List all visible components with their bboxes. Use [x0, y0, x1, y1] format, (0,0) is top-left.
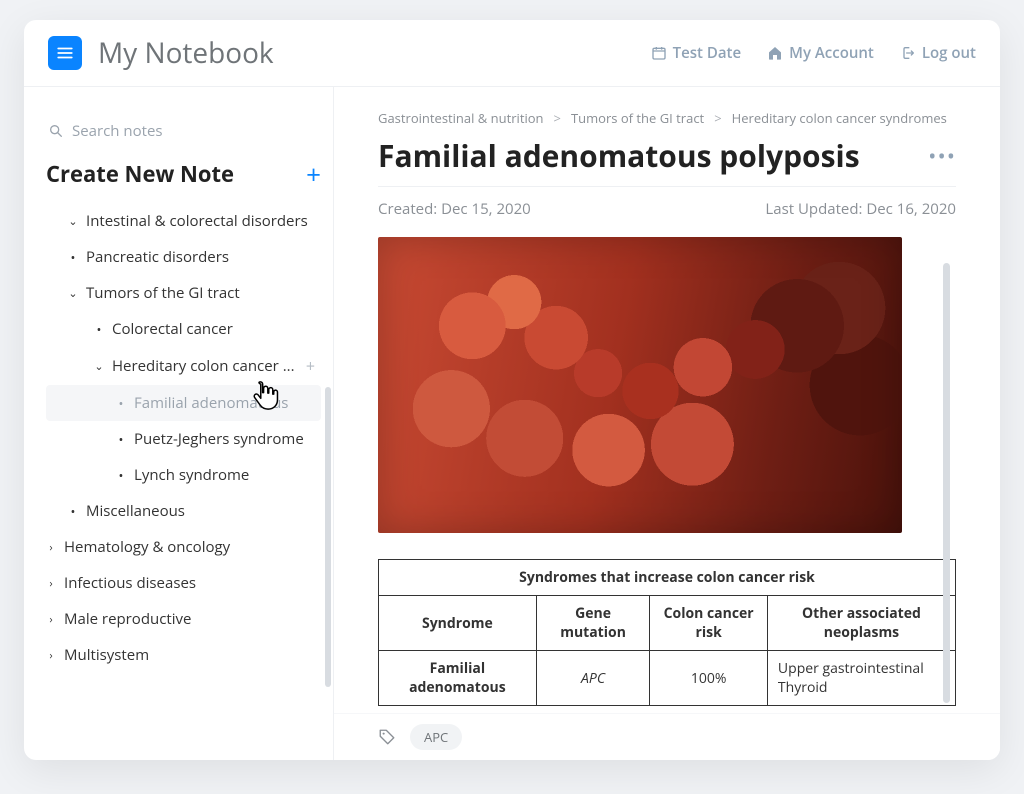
calendar-icon	[651, 45, 667, 61]
content-scrollbar[interactable]	[943, 263, 950, 703]
logout-link[interactable]: Log out	[900, 43, 976, 63]
tree-label: Miscellaneous	[86, 501, 185, 521]
app-body: Search notes Create New Note + ⌄ Intestin…	[24, 87, 1000, 760]
test-date-label: Test Date	[673, 43, 742, 63]
tree-item-intestinal[interactable]: ⌄ Intestinal & colorectal disorders	[46, 203, 321, 239]
tree-item-hematology[interactable]: › Hematology & oncology	[46, 529, 321, 565]
tree-item-puetz[interactable]: Puetz-Jeghers syndrome	[46, 421, 321, 457]
table-row: Familial adenomatous APC 100% Upper gast…	[379, 651, 956, 706]
add-child-button[interactable]: +	[306, 355, 321, 377]
tree-label: Hematology & oncology	[64, 537, 230, 557]
table-cell: 100%	[650, 651, 768, 706]
table-header: Colon cancer risk	[650, 596, 768, 651]
tree-item-pancreatic[interactable]: Pancreatic disorders	[46, 239, 321, 275]
hamburger-icon	[56, 44, 74, 62]
tree-label: Intestinal & colorectal disorders	[86, 211, 308, 231]
table-header: Gene mutation	[536, 596, 650, 651]
logout-icon	[900, 45, 916, 61]
tree-label: Male reproductive	[64, 609, 191, 629]
bullet-icon	[68, 248, 78, 266]
created-date: Created: Dec 15, 2020	[378, 199, 531, 219]
risk-table: Syndromes that increase colon cancer ris…	[378, 559, 956, 706]
title-row: Familial adenomatous polyposis •••	[378, 135, 956, 187]
tree-label: Puetz-Jeghers syndrome	[134, 429, 304, 449]
tree-label: Hereditary colon cancer ...	[112, 356, 295, 376]
tag-pill[interactable]: APC	[410, 724, 462, 750]
create-note-label: Create New Note	[46, 159, 234, 189]
search-icon	[48, 123, 64, 139]
table-cell: Upper gastrointestinal Thyroid	[767, 651, 955, 706]
table-cell-line: Thyroid	[778, 678, 945, 697]
tree-label: Pancreatic disorders	[86, 247, 229, 267]
content-scroll[interactable]: Syndromes that increase colon cancer ris…	[378, 237, 956, 760]
tree-item-hereditary[interactable]: ⌄ Hereditary colon cancer ... +	[46, 347, 321, 385]
content-image	[378, 237, 902, 533]
chevron-down-icon: ⌄	[68, 286, 78, 301]
bullet-icon	[94, 320, 104, 338]
main-inner: Gastrointestinal & nutrition > Tumors of…	[334, 87, 1000, 760]
bullet-icon	[68, 502, 78, 520]
tree-label: Familial adenomatous	[134, 393, 288, 413]
sidebar: Search notes Create New Note + ⌄ Intestin…	[24, 87, 334, 760]
test-date-link[interactable]: Test Date	[651, 43, 742, 63]
app-title: My Notebook	[98, 34, 274, 72]
app-window: My Notebook Test Date My Account Log out…	[24, 20, 1000, 760]
tree-item-colorectal[interactable]: Colorectal cancer	[46, 311, 321, 347]
tree-item-tumors[interactable]: ⌄ Tumors of the GI tract	[46, 275, 321, 311]
breadcrumb: Gastrointestinal & nutrition > Tumors of…	[378, 109, 956, 127]
bullet-icon	[116, 466, 126, 484]
breadcrumb-item[interactable]: Gastrointestinal & nutrition	[378, 109, 544, 127]
tree-label: Tumors of the GI tract	[86, 283, 240, 303]
breadcrumb-sep: >	[714, 109, 721, 127]
chevron-down-icon: ⌄	[68, 214, 78, 229]
bullet-icon	[116, 394, 126, 412]
logout-label: Log out	[922, 43, 976, 63]
sidebar-scrollbar[interactable]	[325, 387, 331, 687]
tree-label: Lynch syndrome	[134, 465, 249, 485]
main-content: Gastrointestinal & nutrition > Tumors of…	[334, 87, 1000, 760]
app-header: My Notebook Test Date My Account Log out	[24, 20, 1000, 87]
tree-item-familial[interactable]: Familial adenomatous	[46, 385, 321, 421]
tree-item-male-reproductive[interactable]: › Male reproductive	[46, 601, 321, 637]
breadcrumb-item[interactable]: Hereditary colon cancer syndromes	[732, 109, 947, 127]
tree-label: Infectious diseases	[64, 573, 196, 593]
home-icon	[767, 45, 783, 61]
more-options-button[interactable]: •••	[928, 141, 956, 171]
chevron-down-icon: ⌄	[94, 359, 104, 374]
tree-item-lynch[interactable]: Lynch syndrome	[46, 457, 321, 493]
updated-date: Last Updated: Dec 16, 2020	[765, 199, 956, 219]
tree-item-misc[interactable]: Miscellaneous	[46, 493, 321, 529]
tree-label: Colorectal cancer	[112, 319, 233, 339]
tree-label: Multisystem	[64, 645, 149, 665]
hamburger-menu-button[interactable]	[48, 36, 82, 70]
breadcrumb-sep: >	[554, 109, 561, 127]
sidebar-tree: ⌄ Intestinal & colorectal disorders Pancr…	[46, 203, 321, 673]
create-note-row: Create New Note +	[46, 159, 321, 189]
create-note-button[interactable]: +	[306, 161, 321, 187]
search-placeholder: Search notes	[72, 121, 163, 141]
bullet-icon	[116, 430, 126, 448]
meta-row: Created: Dec 15, 2020 Last Updated: Dec …	[378, 187, 956, 237]
tag-row: APC	[334, 713, 1000, 760]
chevron-right-icon: ›	[46, 612, 56, 627]
table-cell: APC	[536, 651, 650, 706]
search-input[interactable]: Search notes	[46, 117, 321, 159]
my-account-link[interactable]: My Account	[767, 43, 874, 63]
page-title: Familial adenomatous polyposis	[378, 135, 860, 176]
table-header: Other associated neoplasms	[767, 596, 955, 651]
table-cell-line: Upper gastrointestinal	[778, 659, 945, 678]
chevron-right-icon: ›	[46, 576, 56, 591]
header-right: Test Date My Account Log out	[651, 43, 976, 63]
breadcrumb-item[interactable]: Tumors of the GI tract	[571, 109, 704, 127]
tree-item-multisystem[interactable]: › Multisystem	[46, 637, 321, 673]
tag-icon	[378, 728, 396, 746]
chevron-right-icon: ›	[46, 648, 56, 663]
table-caption: Syndromes that increase colon cancer ris…	[379, 560, 956, 596]
tree-item-infectious[interactable]: › Infectious diseases	[46, 565, 321, 601]
chevron-right-icon: ›	[46, 540, 56, 555]
my-account-label: My Account	[789, 43, 874, 63]
table-cell: Familial adenomatous	[379, 651, 537, 706]
table-header: Syndrome	[379, 596, 537, 651]
